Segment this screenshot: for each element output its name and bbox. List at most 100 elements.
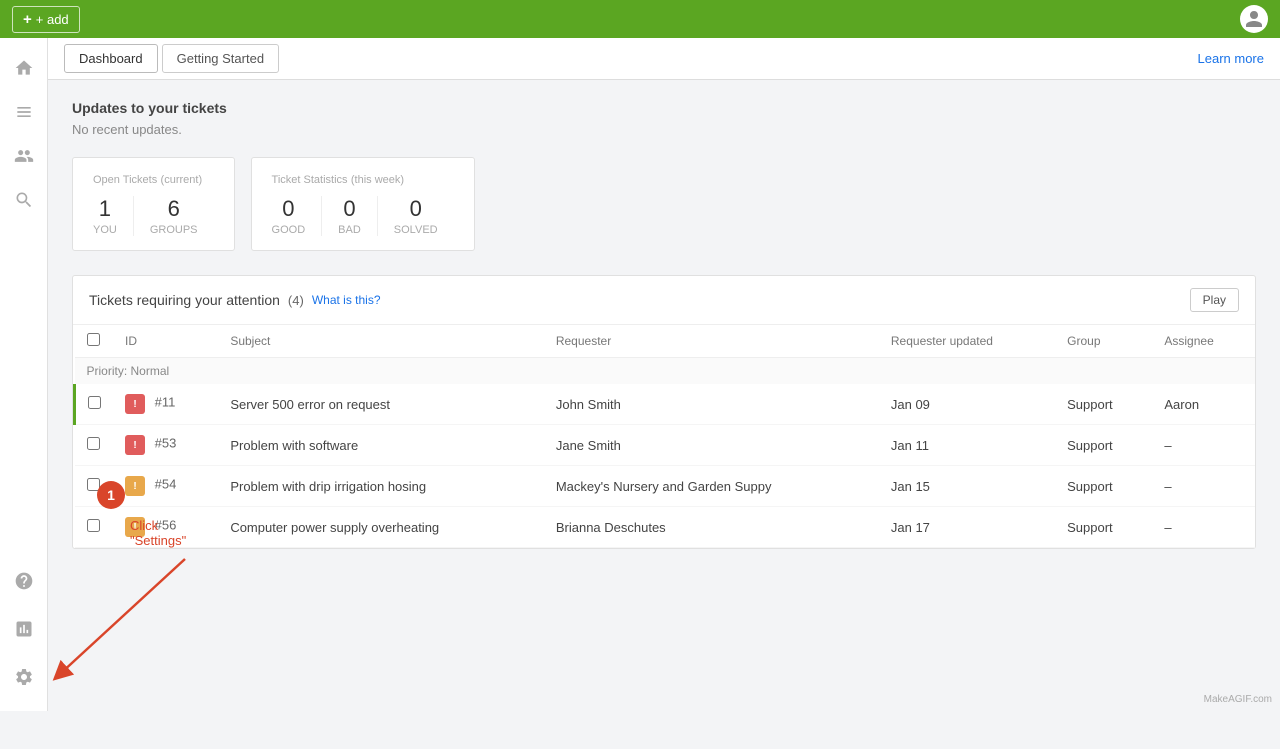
tickets-count: (4) [288, 293, 304, 308]
ticket-id[interactable]: #11 [155, 395, 176, 410]
ticket-date: Jan 09 [879, 384, 1055, 425]
topbar-right [1240, 5, 1268, 33]
plus-icon: + [23, 11, 32, 28]
ticket-requester: Mackey's Nursery and Garden Suppy [544, 466, 879, 507]
ticket-assignee: – [1152, 466, 1255, 507]
row-checkbox-cell [75, 425, 114, 466]
table-row[interactable]: ! #11 Server 500 error on request John S… [75, 384, 1256, 425]
row-checkbox[interactable] [88, 396, 101, 409]
ticket-group: Support [1055, 507, 1152, 548]
tickets-table: ID Subject Requester Requester updated G… [73, 325, 1255, 548]
ticket-date: Jan 11 [879, 425, 1055, 466]
sidebar [0, 38, 48, 711]
tickets-header-left: Tickets requiring your attention (4) Wha… [89, 292, 381, 308]
table-row[interactable]: ! #54 Problem with drip irrigation hosin… [75, 466, 1256, 507]
col-requester: Requester [544, 325, 879, 358]
select-all-checkbox[interactable] [87, 333, 100, 346]
col-requester-updated: Requester updated [879, 325, 1055, 358]
add-button[interactable]: + + add [12, 6, 80, 33]
sidebar-item-tickets[interactable] [4, 92, 44, 132]
priority-badge[interactable]: ! [125, 517, 145, 537]
row-checkbox-cell [75, 507, 114, 548]
row-checkbox[interactable] [87, 478, 100, 491]
col-checkbox [75, 325, 114, 358]
sidebar-item-home[interactable] [4, 48, 44, 88]
row-checkbox-cell [75, 384, 114, 425]
updates-panel: Updates to your tickets No recent update… [72, 100, 1256, 137]
avatar[interactable] [1240, 5, 1268, 33]
main-content: Dashboard Getting Started Learn more Upd… [48, 38, 1280, 711]
tickets-section: Tickets requiring your attention (4) Wha… [72, 275, 1256, 549]
stat-good: 0 GOOD [272, 196, 323, 236]
priority-group-row: Priority: Normal [75, 358, 1256, 385]
sidebar-item-settings[interactable] [4, 657, 44, 697]
ticket-stats-items: 0 GOOD 0 BAD 0 SOLVED [272, 196, 454, 236]
play-button[interactable]: Play [1190, 288, 1239, 312]
ticket-subject[interactable]: Server 500 error on request [218, 384, 544, 425]
ticket-group: Support [1055, 425, 1152, 466]
ticket-id[interactable]: #54 [155, 477, 177, 492]
content-area: Updates to your tickets No recent update… [48, 80, 1280, 569]
col-id: ID [113, 325, 218, 358]
table-row[interactable]: ! #53 Problem with software Jane Smith J… [75, 425, 1256, 466]
ticket-stats-header: Ticket Statistics (this week) 0 GOOD 0 B… [272, 172, 454, 236]
ticket-subject[interactable]: Computer power supply overheating [218, 507, 544, 548]
row-id: ! #56 [113, 507, 218, 548]
open-tickets-groups: 6 GROUPS [134, 196, 214, 236]
add-label: + add [36, 12, 69, 27]
priority-label: Priority: Normal [75, 358, 1256, 385]
open-tickets-header: Open Tickets (current) 1 YOU 6 GROUPS [93, 172, 214, 236]
updates-title: Updates to your tickets [72, 100, 1256, 116]
open-tickets-you: 1 YOU [93, 196, 134, 236]
learn-more-link[interactable]: Learn more [1198, 51, 1264, 66]
col-assignee: Assignee [1152, 325, 1255, 358]
sidebar-item-reports[interactable] [4, 609, 44, 649]
sidebar-item-search[interactable] [4, 180, 44, 220]
row-checkbox[interactable] [87, 437, 100, 450]
ticket-stats-title: Ticket Statistics (this week) [272, 172, 454, 186]
sidebar-bottom [4, 561, 44, 701]
ticket-id[interactable]: #53 [155, 436, 177, 451]
row-checkbox[interactable] [87, 519, 100, 532]
ticket-stats-section: Ticket Statistics (this week) 0 GOOD 0 B… [251, 157, 475, 251]
updates-message: No recent updates. [72, 122, 1256, 137]
tab-getting-started[interactable]: Getting Started [162, 44, 279, 73]
tabbar: Dashboard Getting Started Learn more [48, 38, 1280, 80]
tickets-header: Tickets requiring your attention (4) Wha… [73, 276, 1255, 325]
ticket-id[interactable]: #56 [155, 518, 177, 533]
table-header-row: ID Subject Requester Requester updated G… [75, 325, 1256, 358]
ticket-requester: Jane Smith [544, 425, 879, 466]
ticket-requester: John Smith [544, 384, 879, 425]
stat-bad: 0 BAD [322, 196, 378, 236]
priority-badge[interactable]: ! [125, 476, 145, 496]
table-row[interactable]: ! #56 Computer power supply overheating … [75, 507, 1256, 548]
ticket-subject[interactable]: Problem with software [218, 425, 544, 466]
ticket-requester: Brianna Deschutes [544, 507, 879, 548]
ticket-group: Support [1055, 384, 1152, 425]
priority-badge[interactable]: ! [125, 435, 145, 455]
tabbar-left: Dashboard Getting Started [64, 44, 279, 73]
sidebar-item-contacts[interactable] [4, 136, 44, 176]
row-id: ! #11 [113, 384, 218, 425]
row-id: ! #53 [113, 425, 218, 466]
col-group: Group [1055, 325, 1152, 358]
stat-solved: 0 SOLVED [378, 196, 454, 236]
what-is-this-link[interactable]: What is this? [312, 293, 381, 307]
watermark: MakeAGIF.com [1204, 694, 1272, 705]
ticket-date: Jan 17 [879, 507, 1055, 548]
tickets-title: Tickets requiring your attention [89, 292, 280, 308]
tickets-tbody: Priority: Normal ! #11 Server 500 error … [75, 358, 1256, 548]
tab-dashboard[interactable]: Dashboard [64, 44, 158, 73]
row-checkbox-cell [75, 466, 114, 507]
topbar: + + add [0, 0, 1280, 38]
open-tickets-section: Open Tickets (current) 1 YOU 6 GROUPS [72, 157, 235, 251]
sidebar-item-help[interactable] [4, 561, 44, 601]
ticket-group: Support [1055, 466, 1152, 507]
priority-badge[interactable]: ! [125, 394, 145, 414]
ticket-assignee: – [1152, 425, 1255, 466]
ticket-date: Jan 15 [879, 466, 1055, 507]
ticket-subject[interactable]: Problem with drip irrigation hosing [218, 466, 544, 507]
row-id: ! #54 [113, 466, 218, 507]
open-tickets-title: Open Tickets (current) [93, 172, 214, 186]
ticket-assignee: Aaron [1152, 384, 1255, 425]
